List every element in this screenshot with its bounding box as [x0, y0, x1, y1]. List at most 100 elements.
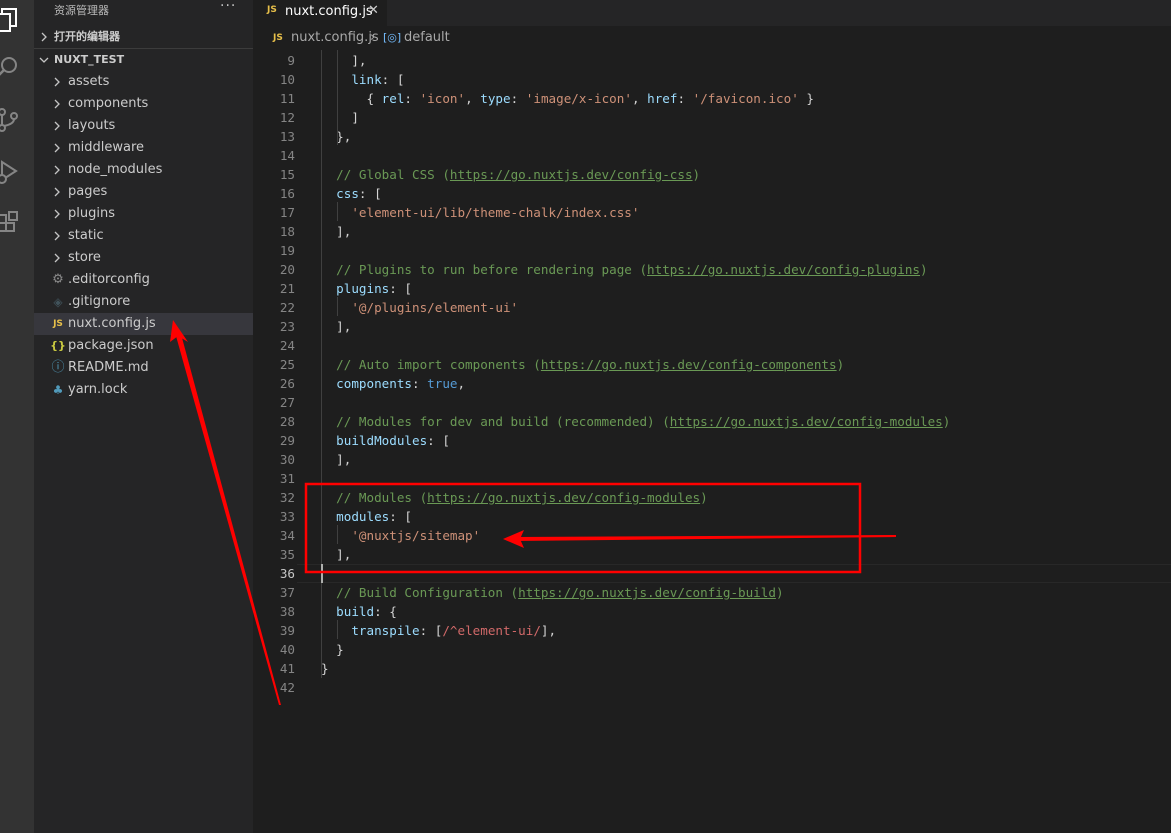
yarn-icon: ♣	[52, 383, 64, 397]
code-text: 'element-ui/lib/theme-chalk/index.css'	[321, 203, 639, 222]
tree-item-plugins[interactable]: plugins	[34, 203, 253, 225]
code-text: ],	[321, 317, 351, 336]
tree-item-assets[interactable]: assets	[34, 71, 253, 93]
tree-item-gitignore[interactable]: ◈ .gitignore	[34, 291, 253, 313]
more-actions-icon[interactable]: ···	[220, 0, 236, 14]
line-number: 38	[279, 604, 295, 619]
line-number: 31	[279, 471, 295, 486]
breadcrumb-symbol[interactable]: default	[404, 26, 450, 50]
tree-item-label: package.json	[68, 338, 154, 353]
line-number: 29	[279, 433, 295, 448]
tree-item-store[interactable]: store	[34, 247, 253, 269]
line-number: 37	[279, 585, 295, 600]
tree-item-layouts[interactable]: layouts	[34, 115, 253, 137]
line-number: 28	[279, 414, 295, 429]
tree-item-static[interactable]: static	[34, 225, 253, 247]
code-text: }	[321, 640, 344, 659]
tree-item-components[interactable]: components	[34, 93, 253, 115]
search-icon[interactable]	[0, 48, 34, 88]
code-token: https://go.nuxtjs.dev/config-plugins	[647, 262, 920, 277]
code-token: 'image/x-icon'	[525, 91, 632, 106]
indent-guide	[337, 297, 338, 316]
tree-item-middleware[interactable]: middleware	[34, 137, 253, 159]
code-line: 25 // Auto import components (https://go…	[253, 355, 1171, 374]
code-token: https://go.nuxtjs.dev/config-components	[540, 357, 837, 372]
code-token: ],	[321, 224, 352, 239]
line-number: 14	[279, 148, 295, 163]
code-token: /^element-ui/	[442, 623, 541, 638]
line-number: 11	[279, 91, 295, 106]
code-token: :	[677, 91, 693, 106]
code-token: }	[798, 91, 814, 106]
tree-item-label: node_modules	[68, 162, 163, 177]
open-editors-section[interactable]: 打开的编辑器	[34, 26, 253, 48]
close-icon[interactable]: ✕	[368, 3, 379, 18]
tree-item-label: .editorconfig	[68, 272, 150, 287]
code-token: ,	[465, 91, 481, 106]
code-token: '/favicon.ico'	[692, 91, 799, 106]
code-token: ],	[540, 623, 557, 638]
code-line: 19	[253, 241, 1171, 260]
code-token: https://go.nuxtjs.dev/config-modules	[427, 490, 701, 505]
code-text: plugins: [	[321, 279, 412, 298]
breadcrumb: JS nuxt.config.js › [◎] default	[253, 26, 1171, 50]
info-icon: ⓘ	[51, 360, 65, 375]
tree-item-pages[interactable]: pages	[34, 181, 253, 203]
code-token: ,	[631, 91, 648, 106]
tree-item-node-modules[interactable]: node_modules	[34, 159, 253, 181]
js-icon: JS	[53, 319, 63, 329]
line-number: 20	[279, 262, 295, 277]
code-token: '@/plugins/element-ui'	[321, 300, 519, 315]
line-number: 15	[279, 167, 295, 182]
code-text: transpile: [/^element-ui/],	[321, 621, 556, 640]
code-token: )	[775, 585, 784, 600]
code-token: : {	[374, 604, 397, 619]
code-token: // Build Configuration (	[321, 585, 519, 600]
tree-item-nuxt-config-js[interactable]: JS nuxt.config.js	[34, 313, 253, 335]
explorer-icon[interactable]	[0, 0, 34, 40]
extensions-icon[interactable]	[0, 204, 34, 244]
code-token: type	[480, 91, 511, 106]
tree-item-yarn-lock[interactable]: ♣ yarn.lock	[34, 379, 253, 401]
code-line: 14	[253, 146, 1171, 165]
git-icon: ◈	[53, 295, 63, 309]
line-number: 35	[279, 547, 295, 562]
line-number: 16	[279, 186, 295, 201]
line-number: 40	[279, 642, 295, 657]
tree-item-label: assets	[68, 74, 110, 89]
code-token: )	[920, 262, 928, 277]
run-debug-icon[interactable]	[0, 152, 34, 192]
breadcrumb-file[interactable]: nuxt.config.js	[291, 26, 379, 50]
tree-item-label: README.md	[68, 360, 149, 375]
indent-guide	[337, 50, 338, 145]
code-token: :	[510, 91, 526, 106]
code-line: 17 'element-ui/lib/theme-chalk/index.css…	[253, 203, 1171, 222]
code-line: 24	[253, 336, 1171, 355]
code-line: 11 { rel: 'icon', type: 'image/x-icon', …	[253, 89, 1171, 108]
code-line: 15 // Global CSS (https://go.nuxtjs.dev/…	[253, 165, 1171, 184]
code-text: // Global CSS (https://go.nuxtjs.dev/con…	[321, 165, 700, 184]
code-text: modules: [	[321, 507, 412, 526]
code-token: 'icon'	[419, 91, 466, 106]
tree-item-readme-md[interactable]: ⓘ README.md	[34, 357, 253, 379]
code-text: // Modules for dev and build (recommende…	[321, 412, 950, 431]
code-token: // Auto import components (	[321, 357, 541, 372]
code-text: // Auto import components (https://go.nu…	[321, 355, 844, 374]
code-line: 40 }	[253, 640, 1171, 659]
source-control-icon[interactable]	[0, 100, 34, 140]
tree-item-editorconfig[interactable]: ⚙ .editorconfig	[34, 269, 253, 291]
code-line: 37 // Build Configuration (https://go.nu…	[253, 583, 1171, 602]
code-editor[interactable]: 9 ], 10 link: [11 { rel: 'icon', type: 'i…	[253, 50, 1171, 833]
code-text: // Plugins to run before rendering page …	[321, 260, 928, 279]
line-number: 36	[279, 566, 295, 581]
code-line: 29 buildModules: [	[253, 431, 1171, 450]
code-line: 38 build: {	[253, 602, 1171, 621]
line-number: 21	[279, 281, 295, 296]
tab-nuxt-config[interactable]: JS nuxt.config.js ✕	[253, 0, 387, 26]
project-section[interactable]: NUXT_TEST	[34, 49, 253, 71]
tree-item-label: plugins	[68, 206, 115, 221]
code-token: // Modules (	[321, 490, 428, 505]
line-number: 17	[279, 205, 295, 220]
explorer-title: 资源管理器	[54, 4, 109, 17]
tree-item-package-json[interactable]: {} package.json	[34, 335, 253, 357]
